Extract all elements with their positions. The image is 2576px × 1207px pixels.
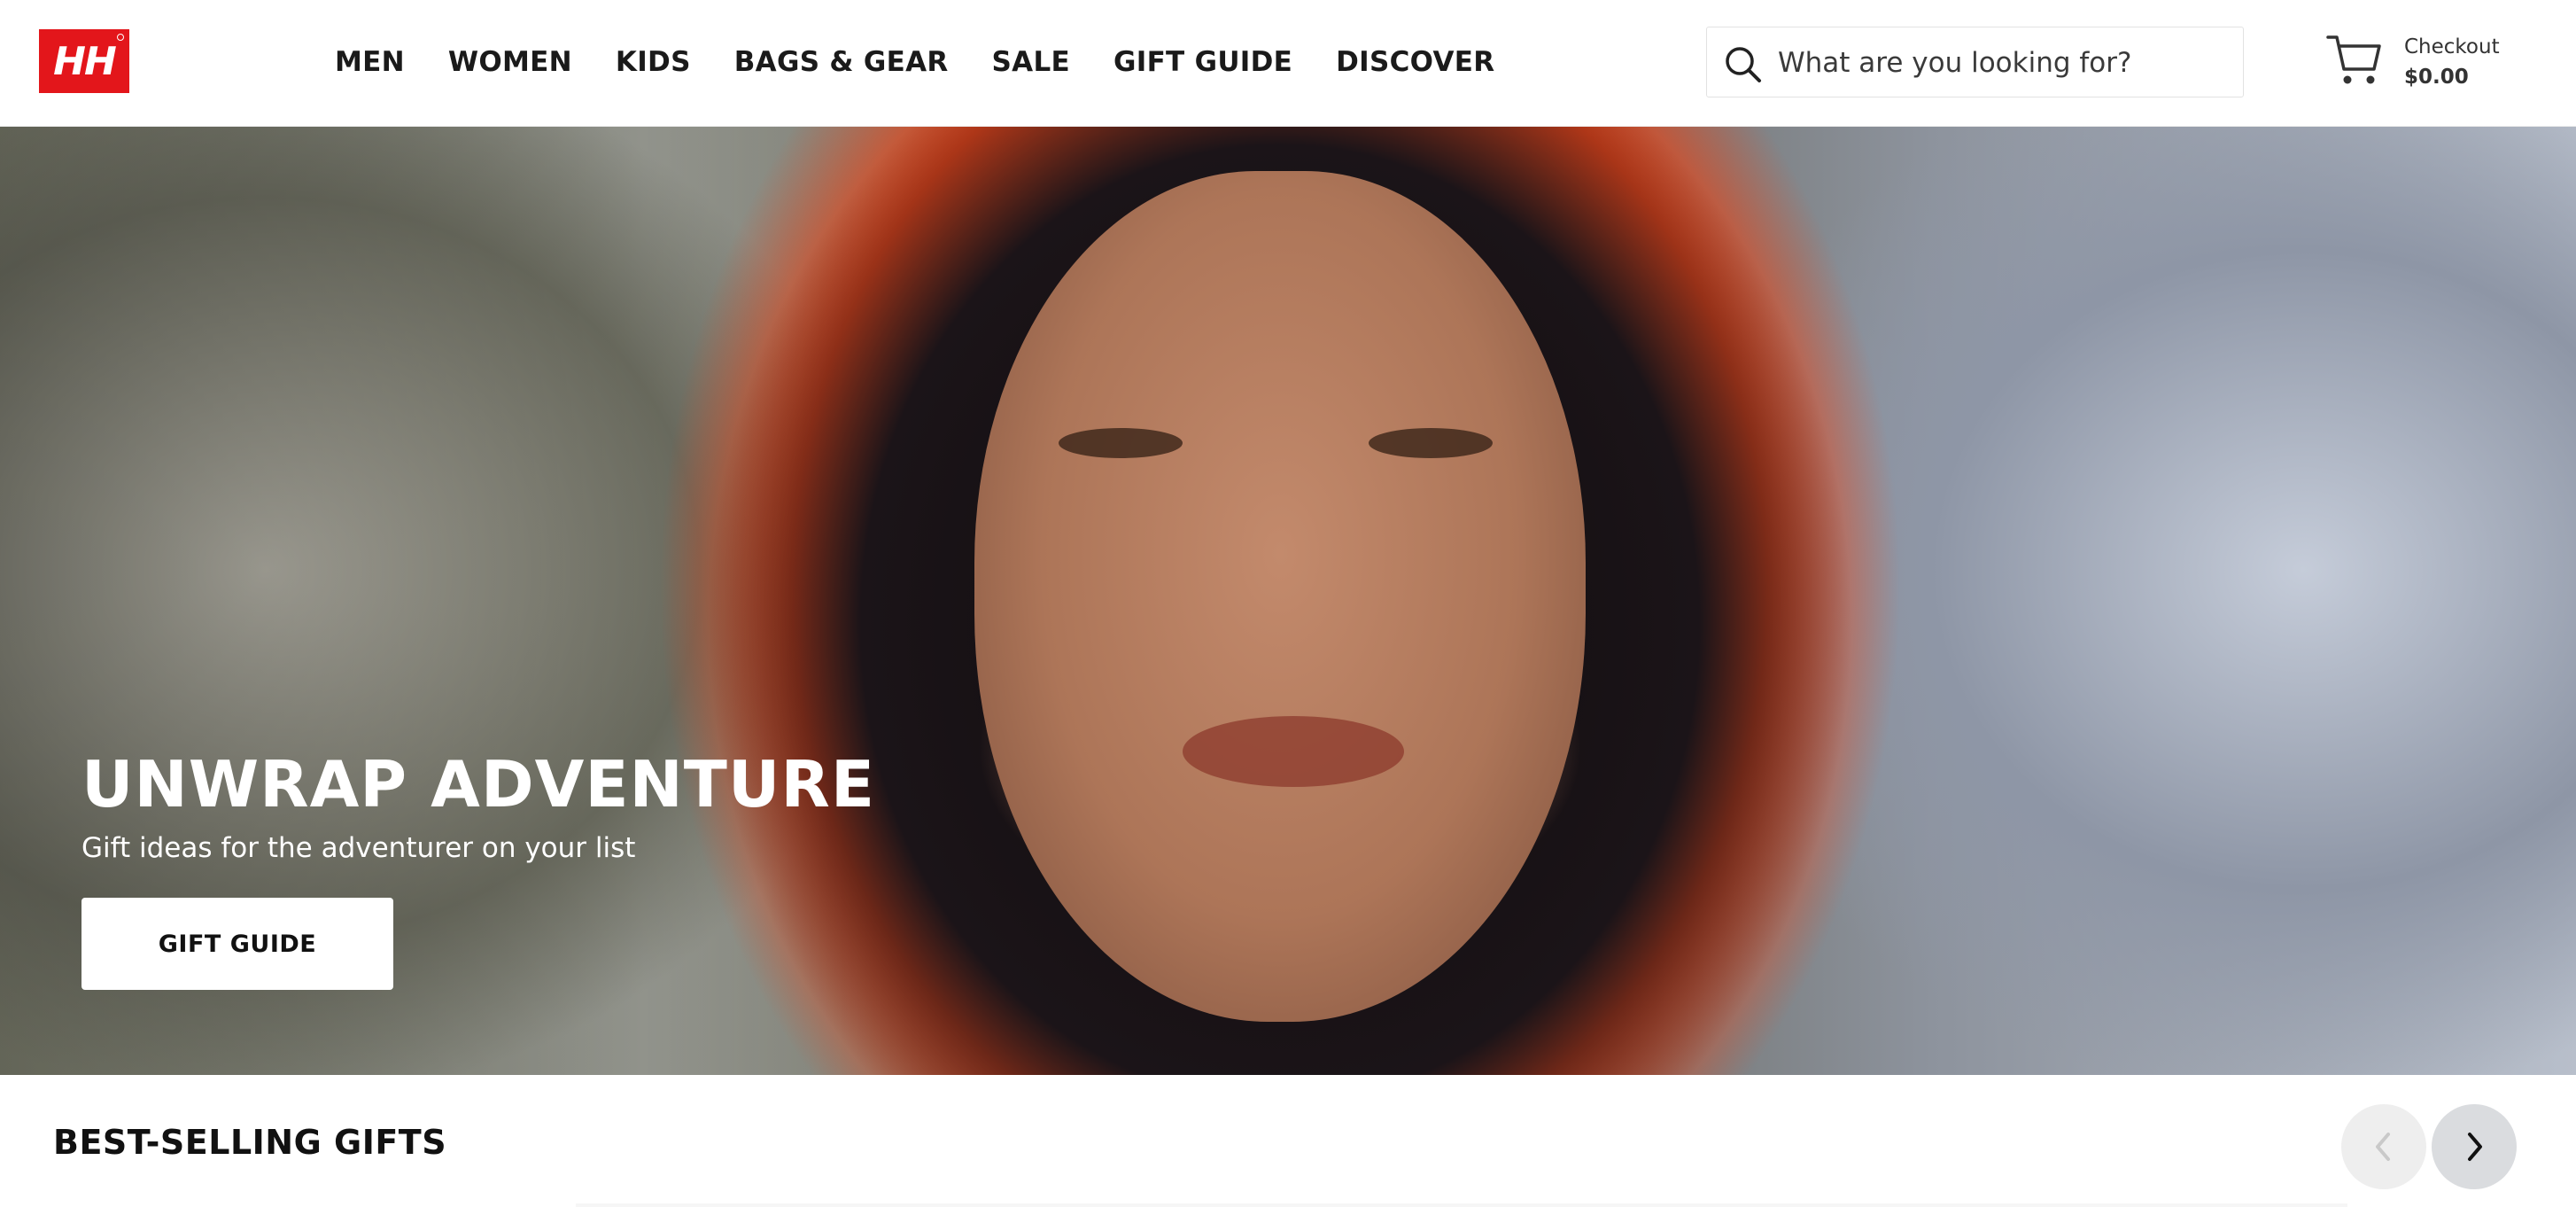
hero-title: UNWRAP ADVENTURE (81, 747, 875, 822)
nav-item-sale[interactable]: SALE (992, 46, 1070, 78)
nav-item-men[interactable]: MEN (335, 46, 405, 78)
chevron-right-icon (2468, 1133, 2482, 1161)
nav-item-women[interactable]: WOMEN (448, 46, 572, 78)
nav-item-discover[interactable]: DISCOVER (1336, 46, 1494, 78)
nav-item-gift-guide[interactable]: GIFT GUIDE (1113, 46, 1292, 78)
search-box[interactable] (1706, 27, 2244, 97)
carousel-next-button[interactable] (2432, 1104, 2517, 1189)
nav-item-kids[interactable]: KIDS (616, 46, 691, 78)
best-selling-section: BEST-SELLING GIFTS (0, 1075, 2576, 1207)
cart-icon[interactable] (2326, 32, 2383, 87)
hero-image (974, 171, 1586, 1022)
main-nav: MEN WOMEN KIDS BAGS & GEAR SALE GIFT GUI… (335, 41, 1538, 83)
logo-text: HH (53, 38, 117, 84)
hero-image-detail (1369, 428, 1493, 458)
hero-banner: UNWRAP ADVENTURE Gift ideas for the adve… (0, 127, 2576, 1075)
hero-subtitle: Gift ideas for the adventurer on your li… (81, 832, 636, 864)
checkout-label: Checkout (2404, 35, 2500, 58)
carousel-track (576, 1203, 2347, 1207)
section-title: BEST-SELLING GIFTS (53, 1123, 447, 1162)
site-header: HH MEN WOMEN KIDS BAGS & GEAR SALE GIFT … (0, 0, 2576, 127)
registered-mark-icon (117, 34, 124, 41)
search-input[interactable] (1778, 38, 2221, 88)
brand-logo[interactable]: HH (39, 29, 129, 93)
search-icon[interactable] (1723, 44, 1762, 83)
hero-image-detail (1183, 716, 1404, 787)
nav-item-bags-gear[interactable]: BAGS & GEAR (734, 46, 949, 78)
cart-total: $0.00 (2404, 66, 2469, 89)
checkout-link[interactable]: Checkout $0.00 (2404, 32, 2500, 92)
chevron-left-icon (2376, 1133, 2390, 1161)
gift-guide-button[interactable]: GIFT GUIDE (81, 898, 393, 990)
carousel-prev-button[interactable] (2341, 1104, 2426, 1189)
hero-image-detail (1059, 428, 1183, 458)
